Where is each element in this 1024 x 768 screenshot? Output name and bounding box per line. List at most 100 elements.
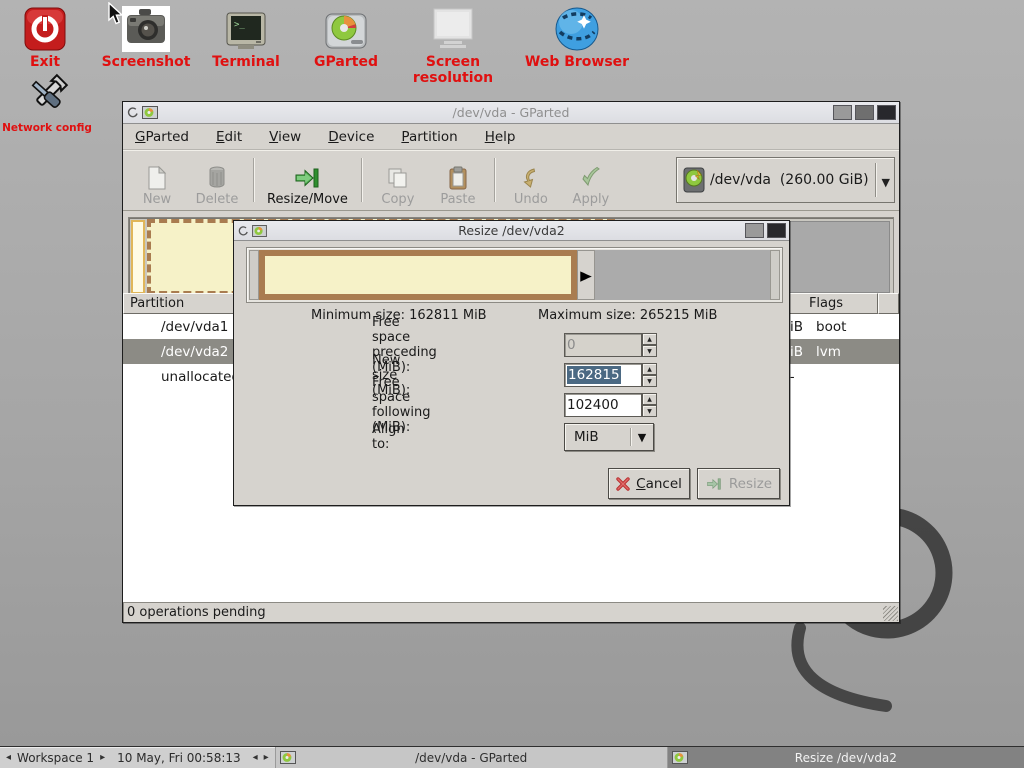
paste-button[interactable]: Paste xyxy=(428,152,488,208)
size-fragment: iB xyxy=(790,344,803,360)
menu-device[interactable]: Device xyxy=(328,129,374,145)
flags-value: lvm xyxy=(816,344,841,360)
undo-icon xyxy=(520,166,542,190)
resize-arrow-icon xyxy=(705,477,723,491)
resize-move-button[interactable]: Resize/Move xyxy=(260,152,355,208)
paste-icon xyxy=(448,166,468,190)
mouse-cursor xyxy=(106,2,126,26)
statusbar: 0 operations pending xyxy=(123,601,899,622)
menu-view[interactable]: View xyxy=(269,129,301,145)
web-browser-icon xyxy=(517,2,637,52)
chevron-down-icon xyxy=(882,171,890,190)
shortcut-gparted[interactable]: GParted xyxy=(286,2,406,70)
right-grip-handle[interactable] xyxy=(770,250,780,300)
maximum-size-label: Maximum size: 265215 MiB xyxy=(538,308,717,323)
dialog-close-button[interactable] xyxy=(767,223,786,238)
close-button[interactable] xyxy=(877,105,896,120)
partition-size-block[interactable] xyxy=(259,250,577,300)
taskbar-item-gparted[interactable]: /dev/vda - GParted xyxy=(275,747,667,768)
gparted-mini-icon xyxy=(142,106,158,119)
chevron-down-icon xyxy=(631,429,653,445)
workspace-label: Workspace 1 xyxy=(17,751,94,765)
spin-down-icon[interactable] xyxy=(642,405,657,417)
header-partition[interactable]: Partition xyxy=(123,293,247,314)
clock-text: 10 May, Fri 00:58:13 xyxy=(117,751,241,765)
left-grip-handle[interactable] xyxy=(249,250,259,300)
menu-help[interactable]: Help xyxy=(485,129,516,145)
resize-move-icon xyxy=(294,166,320,190)
gparted-icon xyxy=(286,2,406,52)
shortcut-label: Web Browser xyxy=(517,54,637,70)
svg-text:>_: >_ xyxy=(234,20,245,30)
desktop: Exit Screenshot >_ xyxy=(0,0,1024,768)
taskbar: ◂ Workspace 1 ▸ 10 May, Fri 00:58:13 ◂ ▸… xyxy=(0,746,1024,768)
free-space-preceding-field: 0 xyxy=(564,333,642,357)
dialog-minimize-button[interactable] xyxy=(745,223,764,238)
menu-edit[interactable]: Edit xyxy=(216,129,242,145)
taskbar-item-resize-dialog[interactable]: Resize /dev/vda2 xyxy=(667,747,1024,768)
spin-up-icon[interactable] xyxy=(642,363,657,375)
resize-slider xyxy=(246,247,783,303)
spin-down-icon[interactable] xyxy=(642,345,657,357)
resize-arrow-handle[interactable] xyxy=(577,250,595,300)
resize-dialog: Resize /dev/vda2 Minimum size: 162811 Mi… xyxy=(233,220,790,506)
swirl-icon xyxy=(237,225,249,237)
apply-check-icon xyxy=(579,166,603,190)
delete-button[interactable]: Delete xyxy=(187,152,247,208)
field-label: Align to: xyxy=(372,422,405,452)
cancel-x-icon xyxy=(616,477,630,491)
clock: 10 May, Fri 00:58:13 xyxy=(111,747,247,768)
workspace-prev-icon[interactable]: ◂ xyxy=(6,752,11,763)
shortcut-label: Screen resolution xyxy=(393,54,513,86)
align-to-combo[interactable]: MiB xyxy=(564,423,654,451)
toolbar: New Delete Resize/Move xyxy=(123,150,899,211)
window-title: /dev/vda - GParted xyxy=(123,105,899,120)
shortcut-label: Network config xyxy=(0,122,107,134)
maximize-button[interactable] xyxy=(855,105,874,120)
shortcut-web-browser[interactable]: Web Browser xyxy=(517,2,637,70)
dialog-titlebar[interactable]: Resize /dev/vda2 xyxy=(234,221,789,241)
new-size-field[interactable]: 162815 xyxy=(564,363,642,387)
workspace-switcher[interactable]: ◂ Workspace 1 ▸ xyxy=(0,747,111,768)
task-prev-icon[interactable]: ◂ xyxy=(253,752,258,763)
size-fragment: iB xyxy=(790,319,803,335)
minimize-button[interactable] xyxy=(833,105,852,120)
dialog-title: Resize /dev/vda2 xyxy=(234,223,789,238)
gparted-mini-icon xyxy=(672,751,688,764)
spin-up-icon[interactable] xyxy=(642,393,657,405)
new-button[interactable]: New xyxy=(127,152,187,208)
gparted-mini-icon xyxy=(252,225,267,237)
resize-grip[interactable] xyxy=(883,606,898,621)
cancel-button[interactable]: Cancel xyxy=(608,468,690,499)
main-titlebar[interactable]: /dev/vda - GParted xyxy=(123,102,899,124)
spinner xyxy=(642,393,657,417)
apply-button[interactable]: Apply xyxy=(561,152,621,208)
menu-gparted[interactable]: GParted xyxy=(135,129,189,145)
screen-resolution-icon xyxy=(393,2,513,52)
workspace-next-icon[interactable]: ▸ xyxy=(100,752,105,763)
delete-icon xyxy=(207,166,227,190)
spinner xyxy=(642,363,657,387)
resize-button-disabled[interactable]: Resize xyxy=(697,468,780,499)
spin-down-icon[interactable] xyxy=(642,375,657,387)
free-space-following-field[interactable]: 102400 xyxy=(564,393,642,417)
device-selector[interactable]: /dev/vda (260.00 GiB) xyxy=(676,157,895,203)
spin-up-icon[interactable] xyxy=(642,333,657,345)
combo-value: MiB xyxy=(565,429,630,445)
shortcut-label: GParted xyxy=(286,54,406,70)
undo-button[interactable]: Undo xyxy=(501,152,561,208)
task-next-icon[interactable]: ▸ xyxy=(264,752,269,763)
partition-block-vda1[interactable] xyxy=(131,220,145,294)
shortcut-screen-resolution[interactable]: Screen resolution xyxy=(393,2,513,86)
free-space-block xyxy=(595,250,770,300)
menu-partition[interactable]: Partition xyxy=(401,129,457,145)
task-scroll: ◂ ▸ xyxy=(247,747,275,768)
shortcut-network-config[interactable]: Network config xyxy=(0,70,107,134)
flags-value: boot xyxy=(816,319,846,335)
spinner xyxy=(642,333,657,357)
device-disk-icon xyxy=(683,167,705,193)
new-page-icon xyxy=(146,166,168,190)
copy-button[interactable]: Copy xyxy=(368,152,428,208)
selected-text: 162815 xyxy=(567,366,621,384)
network-config-icon xyxy=(0,70,107,120)
